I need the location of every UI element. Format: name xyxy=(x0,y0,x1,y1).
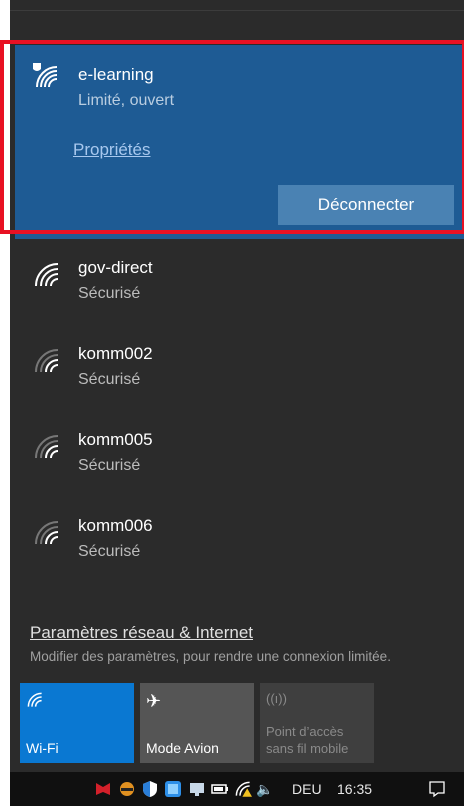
mcafee-icon[interactable] xyxy=(94,780,112,798)
shield-icon[interactable] xyxy=(141,780,159,798)
network-name: komm002 xyxy=(78,344,153,363)
network-item-komm002[interactable]: komm002 Sécurisé xyxy=(10,334,464,414)
wifi-warning-icon[interactable] xyxy=(234,780,252,798)
taskbar: 🔈 DEU 16:35 xyxy=(10,772,464,806)
network-settings-description: Modifier des paramètres, pour rendre une… xyxy=(30,649,391,664)
battery-icon[interactable] xyxy=(211,780,229,798)
display-icon[interactable] xyxy=(188,780,206,798)
wifi-signal-weak-icon xyxy=(35,349,59,373)
hotspot-tile-label: Point d’accès sans fil mobile xyxy=(266,724,349,756)
network-status: Sécurisé xyxy=(78,371,141,388)
network-item-gov-direct[interactable]: gov-direct Sécurisé xyxy=(10,248,464,328)
network-name: gov-direct xyxy=(78,258,153,277)
network-name: komm006 xyxy=(78,516,153,535)
wifi-signal-icon xyxy=(35,263,59,287)
wifi-toggle-tile[interactable]: Wi-Fi xyxy=(20,683,134,763)
airplane-mode-tile[interactable]: ✈ Mode Avion xyxy=(140,683,254,763)
wifi-signal-weak-icon xyxy=(35,435,59,459)
network-item-komm005[interactable]: komm005 Sécurisé xyxy=(10,420,464,500)
network-status: Sécurisé xyxy=(78,457,141,474)
wifi-tile-label: Wi-Fi xyxy=(26,740,59,756)
wifi-icon xyxy=(27,692,42,707)
language-indicator[interactable]: DEU xyxy=(292,781,322,797)
disconnect-button[interactable]: Déconnecter xyxy=(278,185,454,225)
network-item-komm006[interactable]: komm006 Sécurisé xyxy=(10,506,464,586)
hotspot-icon: ((ı)) xyxy=(266,691,287,706)
connected-network-name: e-learning xyxy=(78,65,154,84)
network-status: Sécurisé xyxy=(78,543,141,560)
volume-icon[interactable]: 🔈 xyxy=(256,781,273,798)
connected-network-status: Limité, ouvert xyxy=(78,92,175,109)
wifi-shield-icon xyxy=(33,63,58,88)
clock[interactable]: 16:35 xyxy=(337,781,372,797)
network-name: komm005 xyxy=(78,430,153,449)
airplane-icon: ✈ xyxy=(146,691,162,711)
notification-icon[interactable] xyxy=(428,780,446,798)
airplane-tile-label: Mode Avion xyxy=(146,740,219,756)
security-app-icon[interactable] xyxy=(164,780,182,798)
network-settings-link[interactable]: Paramètres réseau & Internet xyxy=(30,623,253,643)
properties-link[interactable]: Propriétés xyxy=(73,140,150,160)
network-flyout: e-learning Limité, ouvert Propriétés Déc… xyxy=(10,0,464,772)
divider xyxy=(10,10,464,11)
network-status: Sécurisé xyxy=(78,285,141,302)
mobile-hotspot-tile[interactable]: ((ı)) Point d’accès sans fil mobile xyxy=(260,683,374,763)
wifi-signal-weak-icon xyxy=(35,521,59,545)
app-tray-icon[interactable] xyxy=(118,780,136,798)
